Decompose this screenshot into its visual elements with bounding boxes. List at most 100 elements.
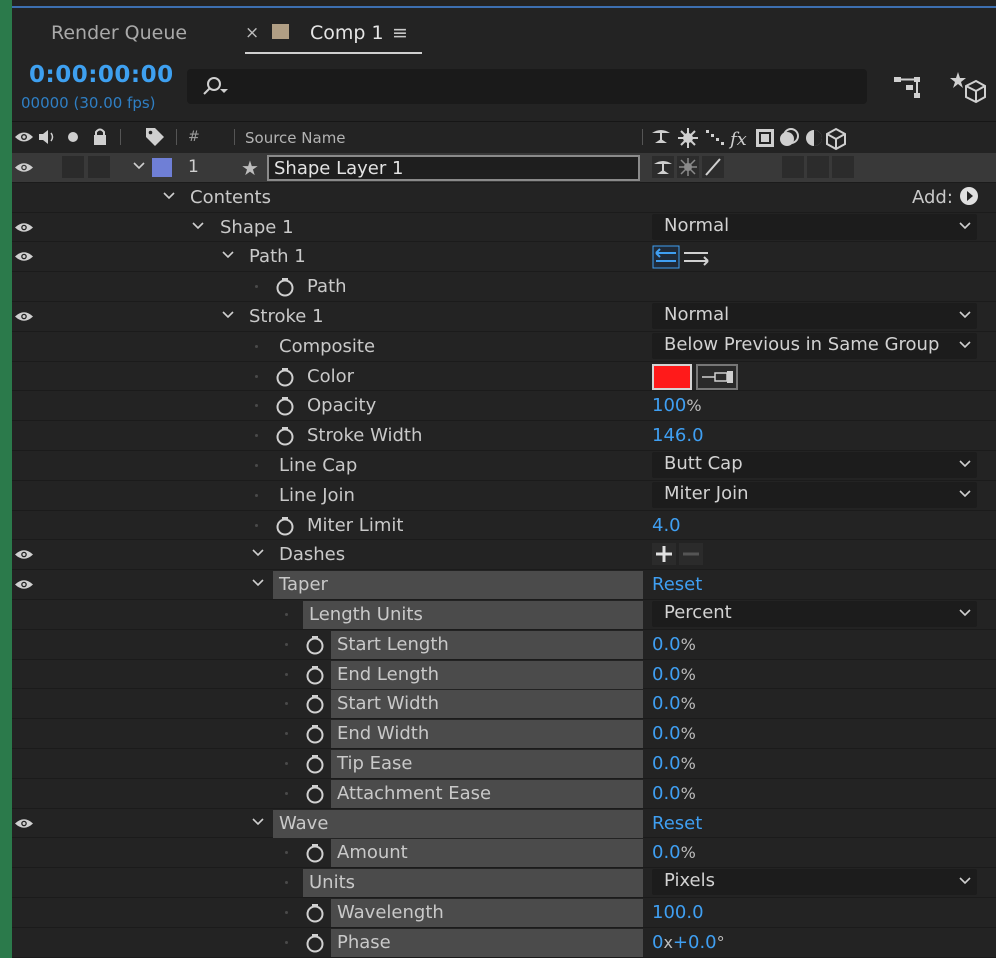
eyedropper-button[interactable] bbox=[696, 363, 738, 390]
stopwatch-icon[interactable] bbox=[305, 903, 325, 923]
comp-flowchart-icon[interactable] bbox=[892, 73, 922, 101]
path-row[interactable]: Path bbox=[12, 272, 996, 302]
start-length-row[interactable]: Start Length 0.0% bbox=[12, 629, 996, 660]
tip-ease-value[interactable]: 0.0% bbox=[652, 753, 696, 774]
chevron-down-icon[interactable] bbox=[222, 251, 234, 259]
line-join-dropdown[interactable]: Miter Join bbox=[652, 481, 977, 508]
opacity-value[interactable]: 100% bbox=[652, 395, 702, 416]
miter-limit-row[interactable]: Miter Limit 4.0 bbox=[12, 510, 996, 541]
stopwatch-icon[interactable] bbox=[275, 516, 295, 536]
stopwatch-icon[interactable] bbox=[275, 277, 295, 297]
3d-layer-switch[interactable] bbox=[832, 156, 854, 178]
phase-value[interactable]: 0x+0.0° bbox=[652, 932, 725, 953]
stroke-color-swatch[interactable] bbox=[652, 363, 692, 390]
stopwatch-icon[interactable] bbox=[305, 665, 325, 685]
composite-dropdown[interactable]: Below Previous in Same Group bbox=[652, 332, 977, 359]
taper-reset-link[interactable]: Reset bbox=[652, 574, 702, 595]
draft-3d-icon[interactable] bbox=[950, 68, 986, 104]
attachment-ease-row[interactable]: Attachment Ease 0.0% bbox=[12, 778, 996, 809]
collapse-switch-icon[interactable] bbox=[677, 156, 699, 178]
chevron-down-icon[interactable] bbox=[252, 549, 264, 557]
start-width-row[interactable]: Start Width 0.0% bbox=[12, 689, 996, 720]
layer-switches-header-icons[interactable]: fx bbox=[650, 125, 870, 151]
chevron-down-icon[interactable] bbox=[222, 311, 234, 319]
quality-switch-icon[interactable] bbox=[702, 156, 724, 178]
stroke-width-value[interactable]: 146.0 bbox=[652, 425, 704, 446]
stroke-width-row[interactable]: Stroke Width 146.0 bbox=[12, 421, 996, 451]
remove-dash-minus-icon[interactable] bbox=[679, 543, 703, 566]
taper-row[interactable]: Taper Reset bbox=[12, 570, 996, 600]
add-dash-plus-icon[interactable] bbox=[652, 543, 676, 566]
source-name-column-header[interactable]: Source Name bbox=[245, 129, 346, 147]
stopwatch-icon[interactable] bbox=[305, 724, 325, 744]
solo-switch[interactable] bbox=[62, 156, 84, 178]
line-cap-row[interactable]: Line Cap Butt Cap bbox=[12, 450, 996, 481]
stopwatch-icon[interactable] bbox=[275, 396, 295, 416]
adjustment-layer-switch[interactable] bbox=[807, 156, 829, 178]
wavelength-value[interactable]: 100.0 bbox=[652, 902, 704, 923]
end-length-row[interactable]: End Length 0.0% bbox=[12, 659, 996, 690]
layer-name-field[interactable]: Shape Layer 1 bbox=[267, 155, 640, 181]
stopwatch-icon[interactable] bbox=[275, 426, 295, 446]
stopwatch-icon[interactable] bbox=[305, 635, 325, 655]
units-row[interactable]: Units Pixels bbox=[12, 868, 996, 898]
contents-row[interactable]: Contents Add: bbox=[12, 182, 996, 213]
amount-value[interactable]: 0.0% bbox=[652, 842, 696, 863]
tab-render-queue[interactable]: Render Queue bbox=[51, 22, 187, 44]
stopwatch-icon[interactable] bbox=[305, 933, 325, 953]
blend-mode-dropdown[interactable]: Normal bbox=[652, 213, 977, 240]
opacity-row[interactable]: Opacity 100% bbox=[12, 391, 996, 422]
start-length-value[interactable]: 0.0% bbox=[652, 634, 696, 655]
label-tag-icon[interactable] bbox=[144, 126, 166, 148]
units-dropdown[interactable]: Pixels bbox=[652, 869, 977, 896]
stopwatch-icon[interactable] bbox=[275, 367, 295, 387]
lock-column-icon[interactable] bbox=[92, 127, 108, 146]
eye-icon[interactable] bbox=[14, 221, 34, 234]
phase-row[interactable]: Phase 0x+0.0° bbox=[12, 927, 996, 958]
composite-row[interactable]: Composite Below Previous in Same Group bbox=[12, 331, 996, 362]
line-join-row[interactable]: Line Join Miter Join bbox=[12, 480, 996, 511]
stroke-1-row[interactable]: Stroke 1 Normal bbox=[12, 301, 996, 332]
stopwatch-icon[interactable] bbox=[305, 694, 325, 714]
panel-menu-icon[interactable]: ≡ bbox=[392, 22, 408, 44]
close-tab-icon[interactable]: × bbox=[245, 23, 259, 43]
length-units-dropdown[interactable]: Percent bbox=[652, 600, 977, 627]
search-input[interactable] bbox=[187, 69, 867, 104]
layer-row[interactable]: 1 ★ Shape Layer 1 bbox=[12, 153, 996, 183]
add-menu-play-icon[interactable] bbox=[959, 186, 979, 206]
blend-mode-dropdown[interactable]: Normal bbox=[652, 302, 977, 329]
chevron-down-icon[interactable] bbox=[163, 192, 175, 200]
miter-limit-value[interactable]: 4.0 bbox=[652, 515, 681, 536]
length-units-row[interactable]: Length Units Percent bbox=[12, 599, 996, 630]
end-width-row[interactable]: End Width 0.0% bbox=[12, 719, 996, 749]
stopwatch-icon[interactable] bbox=[305, 784, 325, 804]
audio-column-icon[interactable] bbox=[38, 128, 58, 146]
eye-icon[interactable] bbox=[14, 161, 34, 174]
eye-icon[interactable] bbox=[14, 250, 34, 263]
chevron-down-icon[interactable] bbox=[252, 817, 264, 826]
line-cap-dropdown[interactable]: Butt Cap bbox=[652, 451, 977, 478]
attachment-ease-value[interactable]: 0.0% bbox=[652, 783, 696, 804]
chevron-down-icon[interactable] bbox=[133, 162, 145, 170]
eye-icon[interactable] bbox=[14, 548, 34, 561]
solo-column-icon[interactable] bbox=[67, 131, 79, 143]
shape-1-row[interactable]: Shape 1 Normal bbox=[12, 212, 996, 243]
chevron-down-icon[interactable] bbox=[192, 222, 204, 230]
start-width-value[interactable]: 0.0% bbox=[652, 693, 696, 714]
color-row[interactable]: Color bbox=[12, 361, 996, 392]
eye-icon[interactable] bbox=[14, 310, 34, 323]
layer-number-column-header[interactable]: # bbox=[188, 129, 200, 145]
wave-reset-link[interactable]: Reset bbox=[652, 813, 702, 834]
end-length-value[interactable]: 0.0% bbox=[652, 664, 696, 685]
eye-icon[interactable] bbox=[14, 817, 34, 830]
wavelength-row[interactable]: Wavelength 100.0 bbox=[12, 897, 996, 928]
shy-switch-icon[interactable] bbox=[652, 156, 674, 178]
eye-icon[interactable] bbox=[14, 578, 34, 591]
video-visibility-column-icon[interactable] bbox=[14, 130, 34, 144]
tab-comp-1[interactable]: Comp 1 bbox=[310, 22, 384, 44]
chevron-down-icon[interactable] bbox=[252, 579, 264, 587]
stopwatch-icon[interactable] bbox=[305, 754, 325, 774]
motion-blur-switch[interactable] bbox=[782, 156, 804, 178]
tip-ease-row[interactable]: Tip Ease 0.0% bbox=[12, 748, 996, 779]
amount-row[interactable]: Amount 0.0% bbox=[12, 838, 996, 869]
